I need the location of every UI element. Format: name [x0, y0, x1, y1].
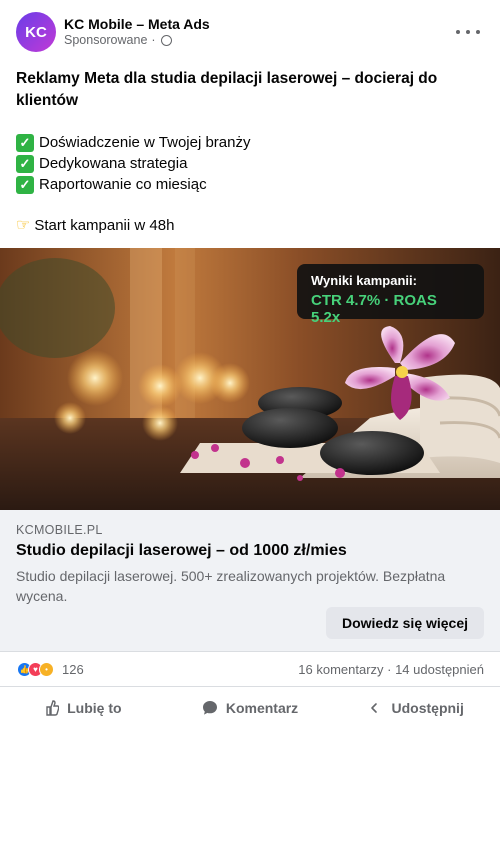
bullet-text: Dedykowana strategia [39, 155, 188, 172]
bullet-item: ✓ Dedykowana strategia [16, 153, 486, 174]
globe-icon [160, 34, 172, 46]
ad-post: KC KC Mobile – Meta Ads Sponsorowane · R… [0, 0, 500, 852]
comments-shares-count[interactable]: 16 komentarzy · 14 udostępnień [298, 662, 484, 677]
meta-separator: · [151, 33, 156, 47]
link-description: Studio depilacji laserowej. 500+ zrealiz… [16, 568, 446, 604]
cta-line: ☞ Start kampanii w 48h [16, 215, 174, 235]
bullet-text: Doświadczenie w Twojej branży [39, 134, 251, 151]
thumbs-up-icon [46, 700, 60, 716]
results-overlay: Wyniki kampanii: CTR 4.7% · ROAS 5.2x [297, 264, 484, 326]
avatar[interactable]: KC [16, 12, 56, 52]
results-value: CTR 4.7% · ROAS 5.2x [311, 292, 437, 326]
reactions-bar: 👍 ♥ • 126 16 komentarzy · 14 udostępnień [0, 652, 500, 687]
like-label: Lubię to [67, 700, 122, 716]
comment-button[interactable]: Komentarz [167, 688, 334, 728]
speech-bubble-icon [202, 701, 217, 715]
share-label: Udostępnij [391, 700, 464, 716]
share-button[interactable]: Udostępnij [333, 688, 500, 728]
share-arrow-icon [370, 703, 377, 713]
results-label: Wyniki kampanii: [311, 273, 417, 288]
bullet-item: ✓ Doświadczenie w Twojej branży [16, 132, 486, 153]
comment-label: Komentarz [225, 700, 299, 716]
ad-image[interactable]: Wyniki kampanii: CTR 4.7% · ROAS 5.2x [0, 248, 500, 510]
action-bar: Lubię to Komentarz Udostępnij [0, 688, 500, 728]
more-options-icon[interactable] [456, 22, 480, 42]
like-button[interactable]: Lubię to [0, 688, 167, 728]
bullet-item: ✓ Raportowanie co miesiąc [16, 174, 486, 195]
pointing-hand-icon: ☞ [16, 217, 31, 234]
reaction-icons[interactable]: 👍 ♥ • [17, 662, 54, 677]
link-domain: KCMOBILE.PL [16, 523, 103, 537]
bullet-list: ✓ Doświadczenie w Twojej branży ✓ Dedyko… [16, 132, 486, 195]
reaction-count[interactable]: 126 [62, 662, 84, 677]
post-headline: Reklamy Meta dla studia depilacji lasero… [16, 70, 438, 109]
check-mark-icon: ✓ [16, 133, 34, 152]
check-mark-icon: ✓ [16, 175, 34, 194]
page-name[interactable]: KC Mobile – Meta Ads [64, 16, 210, 32]
learn-more-button[interactable]: Dowiedz się więcej [326, 607, 484, 639]
link-preview[interactable]: KCMOBILE.PL Studio depilacji laserowej –… [0, 510, 500, 652]
post-header: KC KC Mobile – Meta Ads Sponsorowane · [0, 0, 500, 64]
wow-reaction-icon: • [39, 662, 54, 677]
post-meta: Sponsorowane · [64, 33, 172, 47]
check-mark-icon: ✓ [16, 154, 34, 173]
bullet-text: Raportowanie co miesiąc [39, 176, 207, 193]
cta-text: Start kampanii w 48h [34, 216, 175, 234]
sponsored-label[interactable]: Sponsorowane [64, 33, 147, 47]
link-title[interactable]: Studio depilacji laserowej – od 1000 zł/… [16, 542, 347, 560]
